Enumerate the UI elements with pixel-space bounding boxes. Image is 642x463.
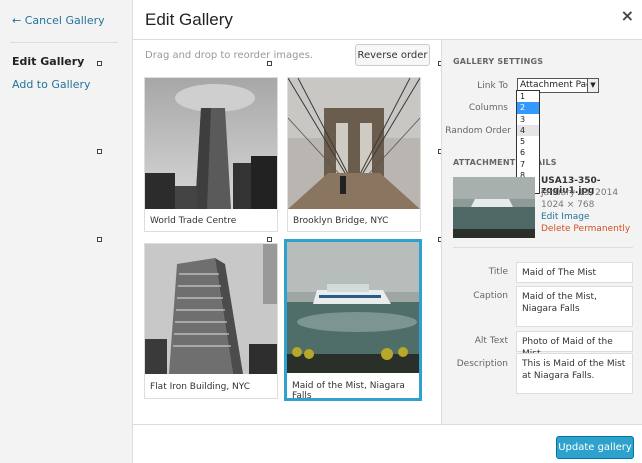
thumbnail-caption: World Trade Centre [150,216,237,226]
gallery-thumbnail[interactable]: Brooklyn Bridge, NYC [287,77,421,232]
thumbnail-caption: Brooklyn Bridge, NYC [293,216,389,226]
resize-handle[interactable] [97,61,102,66]
description-field[interactable]: This is Maid of the Mist at Niagara Fall… [516,353,633,394]
sidebar-separator [453,247,633,248]
close-icon[interactable]: × [621,6,634,25]
thumbnail-caption: Flat Iron Building, NYC [150,382,251,392]
resize-handle[interactable] [97,237,102,242]
attachment-date: January 13, 2014 [541,188,619,198]
edit-image-link[interactable]: Edit Image [541,212,589,222]
caption-field[interactable]: Maid of the Mist, Niagara Falls [516,286,633,327]
link-to-label: Link To [477,81,508,91]
columns-option[interactable]: 3 [517,114,539,125]
brooklyn-bridge-image [288,78,420,209]
media-modal-menu: ← Cancel Gallery Edit Gallery Add to Gal… [0,0,133,463]
link-to-value: Attachment Page [520,80,598,90]
columns-label: Columns [468,103,508,113]
cancel-gallery-link[interactable]: ← Cancel Gallery [12,14,105,27]
columns-option[interactable]: 7 [517,159,539,170]
alt-text-label: Alt Text [474,336,508,346]
modal-header: Edit Gallery × [133,0,642,40]
gallery-thumbnail[interactable]: World Trade Centre [144,77,278,232]
menu-item-edit-gallery[interactable]: Edit Gallery [12,55,84,68]
delete-permanently-link[interactable]: Delete Permanently [541,224,630,234]
attachment-dimensions: 1024 × 768 [541,200,595,210]
reverse-order-button[interactable]: Reverse order [355,44,430,66]
columns-option-selected[interactable]: 2 [517,102,539,114]
drag-hint-text: Drag and drop to reorder images. [145,50,313,61]
media-sidebar: GALLERY SETTINGS Link To Attachment Page… [441,40,642,424]
modal-toolbar: Update gallery [133,424,642,463]
columns-option[interactable]: 1 [517,91,539,102]
attachment-thumbnail [453,177,535,238]
gallery-thumbnail[interactable]: Flat Iron Building, NYC [144,243,278,399]
title-label: Title [488,267,508,277]
update-gallery-button[interactable]: Update gallery [556,436,634,459]
maid-of-the-mist-image [287,242,419,373]
menu-separator [10,42,118,43]
caption-label: Caption [473,291,508,301]
world-trade-centre-image [145,78,277,209]
gallery-settings-title: GALLERY SETTINGS [453,57,544,66]
thumbnail-caption: Maid of the Mist, Niagara Falls [292,381,405,401]
page-title: Edit Gallery [145,10,233,29]
description-label: Description [456,359,508,369]
chevron-down-icon: ▼ [587,79,598,92]
alt-text-field[interactable]: Photo of Maid of the Mist [516,331,633,359]
menu-item-add-to-gallery[interactable]: Add to Gallery [12,78,91,91]
resize-handle[interactable] [267,61,272,66]
columns-option[interactable]: 6 [517,147,539,158]
random-order-label: Random Order [445,126,511,136]
resize-handle[interactable] [267,237,272,242]
gallery-thumbnail-selected[interactable]: Maid of the Mist, Niagara Falls [284,239,422,401]
columns-option[interactable]: 4 [517,124,539,137]
resize-handle[interactable] [97,149,102,154]
title-field[interactable]: Maid of The Mist [516,262,633,283]
attachment-details-title: ATTACHMENT DETAILS [453,158,557,167]
flat-iron-building-image [145,244,277,374]
columns-option[interactable]: 5 [517,136,539,147]
